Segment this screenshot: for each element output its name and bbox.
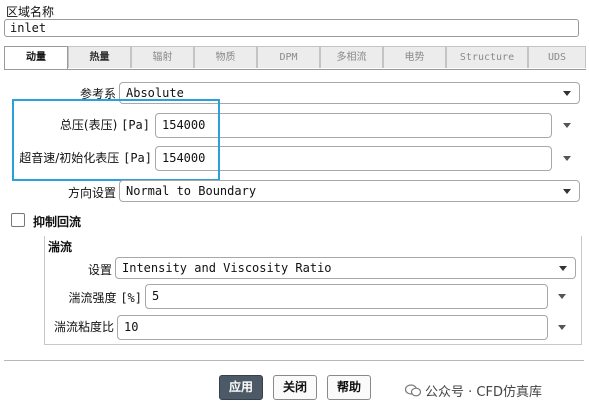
group-border — [44, 344, 582, 345]
tab-potential[interactable]: 电势 — [383, 46, 446, 68]
apply-button[interactable]: 应用 — [219, 375, 263, 400]
tab-multiphase[interactable]: 多相流 — [320, 46, 383, 68]
highlight-box — [12, 99, 220, 181]
zone-name-label: 区域名称 — [6, 5, 55, 19]
zone-name-input[interactable]: inlet — [4, 19, 579, 37]
turbulence-group-title: 湍流 — [48, 240, 73, 254]
chevron-down-icon[interactable] — [558, 325, 566, 330]
turbulent-viscosity-ratio-input[interactable]: 10 — [117, 315, 548, 340]
turbulence-method-label: 设置 — [87, 263, 112, 277]
group-border — [44, 236, 45, 344]
tab-radiation[interactable]: 辐射 — [131, 46, 194, 68]
group-border — [581, 236, 582, 344]
tab-uds[interactable]: UDS — [528, 46, 586, 68]
tab-thermal[interactable]: 热量 — [68, 46, 131, 68]
watermark: 公众号 · CFD仿真库 — [405, 381, 542, 400]
help-button[interactable]: 帮助 — [327, 375, 371, 400]
prevent-backflow-label: 抑制回流 — [33, 215, 82, 229]
chevron-down-icon — [563, 91, 571, 96]
tab-structure[interactable]: Structure — [446, 46, 528, 68]
tab-momentum[interactable]: 动量 — [4, 46, 68, 70]
wechat-icon — [405, 384, 421, 397]
chevron-down-icon[interactable] — [563, 123, 571, 128]
chevron-down-icon — [559, 266, 567, 271]
turbulence-intensity-label: 湍流强度 [%] — [68, 291, 142, 305]
tab-bar: 动量 热量 辐射 物质 DPM 多相流 电势 Structure UDS — [4, 46, 586, 70]
direction-select[interactable]: Normal to Boundary — [119, 180, 580, 202]
reference-frame-value: Absolute — [126, 86, 184, 100]
tab-dpm[interactable]: DPM — [257, 46, 320, 68]
chevron-down-icon[interactable] — [558, 294, 566, 299]
close-button[interactable]: 关闭 — [273, 375, 317, 400]
turbulent-viscosity-ratio-label: 湍流粘度比 — [53, 320, 114, 334]
chevron-down-icon — [563, 189, 571, 194]
tab-species[interactable]: 物质 — [194, 46, 257, 68]
tab-divider — [4, 69, 586, 70]
turbulence-method-select[interactable]: Intensity and Viscosity Ratio — [115, 257, 576, 279]
turbulence-intensity-input[interactable]: 5 — [145, 284, 548, 309]
footer-divider — [4, 360, 584, 361]
direction-value: Normal to Boundary — [126, 184, 257, 198]
chevron-down-icon[interactable] — [563, 156, 571, 161]
prevent-backflow-checkbox[interactable] — [11, 213, 25, 227]
turbulence-method-value: Intensity and Viscosity Ratio — [122, 261, 332, 275]
direction-label: 方向设置 — [67, 186, 116, 200]
